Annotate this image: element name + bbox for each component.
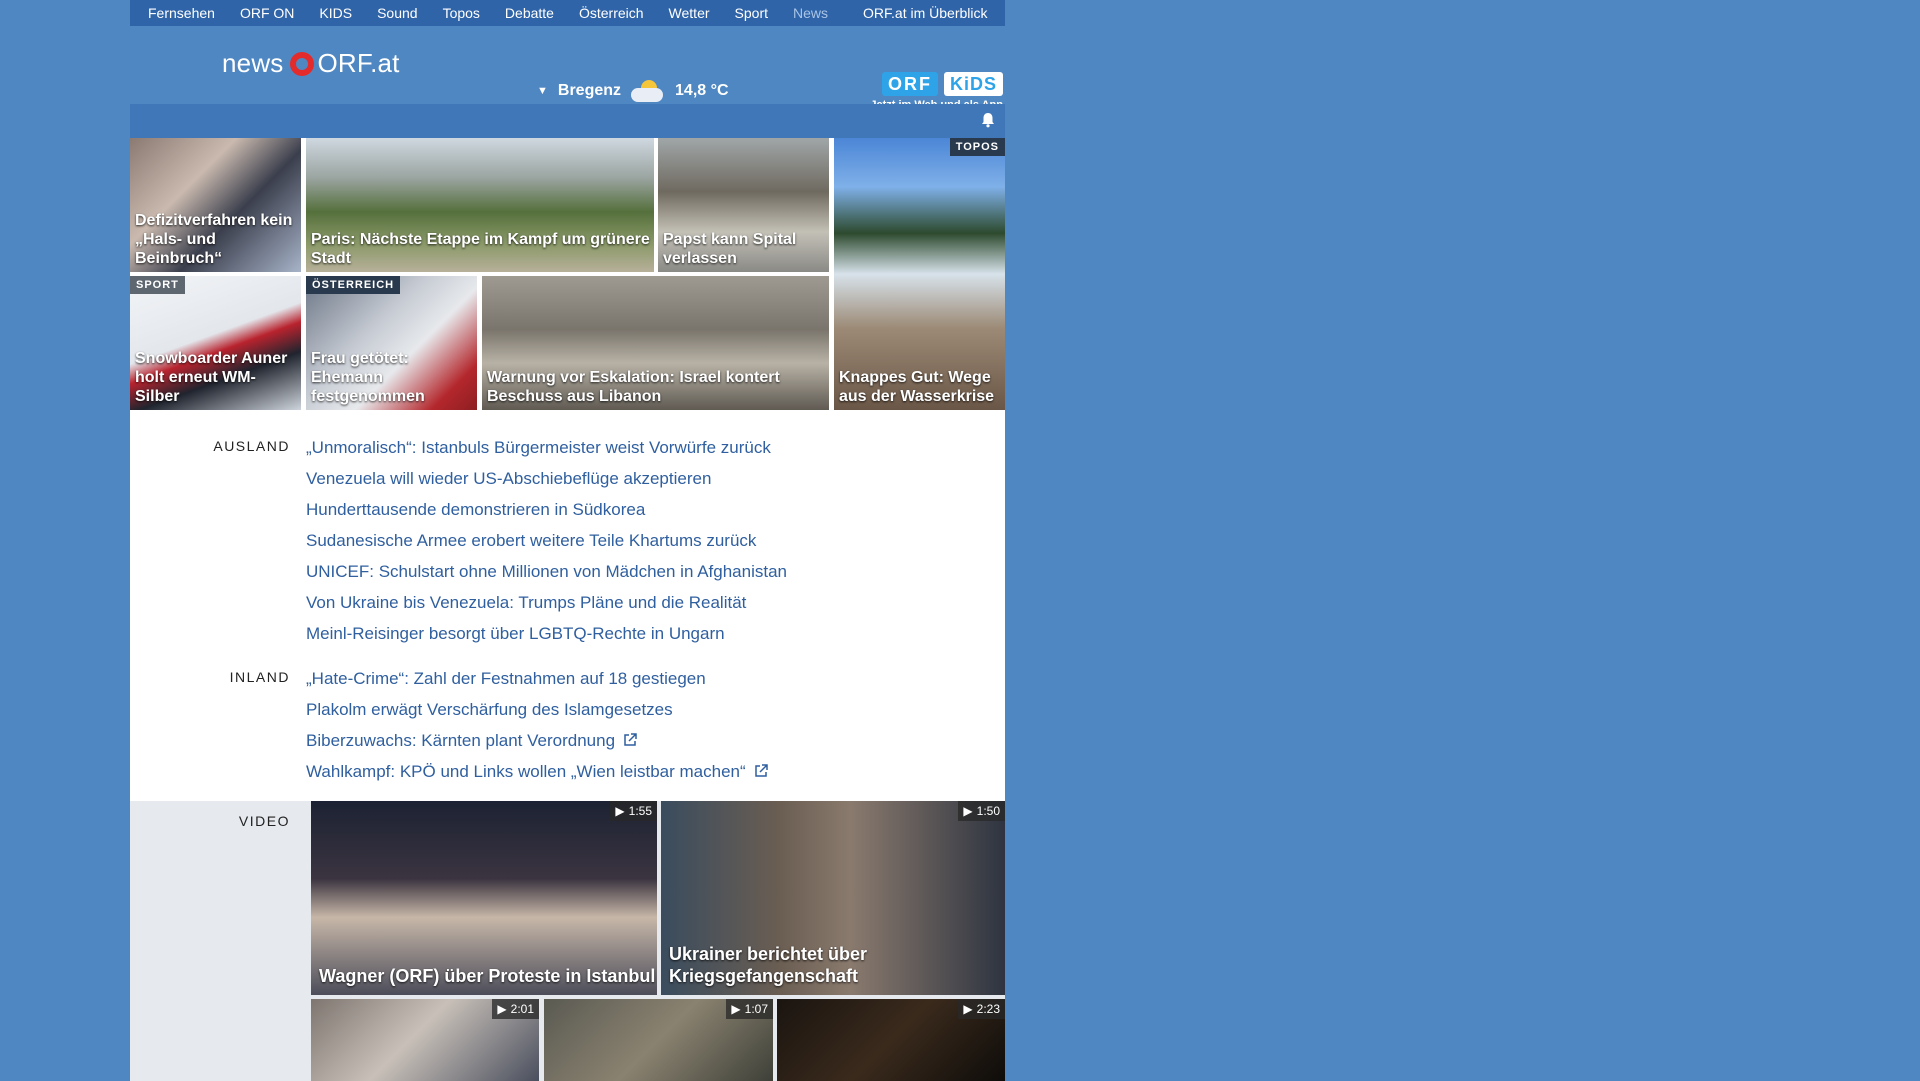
play-icon: ▶ <box>963 804 973 818</box>
list-item: Biberzuwachs: Kärnten plant Verordnung <box>306 725 768 756</box>
orf-badge: ORF <box>881 72 938 96</box>
list-item: Hunderttausende demonstrieren in Südkore… <box>306 494 787 525</box>
headline-list: „Hate-Crime“: Zahl der Festnahmen auf 18… <box>306 663 768 787</box>
nav-item-overview[interactable]: ORF.at im Überblick <box>863 5 987 21</box>
video-duration: ▶ 2:01 <box>492 999 539 1019</box>
teaser-title: Warnung vor Eskalation: Israel kontert B… <box>487 369 780 405</box>
headline-link[interactable]: Plakolm erwägt Verschärfung des Islamges… <box>306 700 673 719</box>
video-duration: ▶ 1:50 <box>958 801 1005 821</box>
top-navigation: Fernsehen ORF ON KIDS Sound Topos Debatt… <box>130 0 1005 26</box>
teaser-grid: Defizitverfahren kein „Hals- und Beinbru… <box>130 138 1005 410</box>
teaser-title: Knappes Gut: Wege aus der Wasserkrise <box>839 369 995 405</box>
teaser-title: Papst kann Spital verlassen <box>663 231 797 267</box>
teaser-tag: TOPOS <box>949 138 1005 156</box>
nav-item-kids[interactable]: KIDS <box>319 5 352 21</box>
list-item: „Unmoralisch“: Istanbuls Bürgermeister w… <box>306 432 787 463</box>
video-duration: ▶ 1:55 <box>610 801 657 821</box>
video-teaser-kriegsgefangenschaft[interactable]: ▶ 1:50 Ukrainer berichtet über Kriegsgefa… <box>661 801 1005 995</box>
video-title: Wagner (ORF) über Proteste in Istanbul <box>319 966 656 986</box>
list-item: Wahlkampf: KPÖ und Links wollen „Wien le… <box>306 756 768 787</box>
play-icon: ▶ <box>615 804 625 818</box>
dropdown-triangle-icon: ▼ <box>537 85 548 97</box>
weather-temperature: 14,8 °C <box>675 82 729 99</box>
teaser-papst[interactable]: Papst kann Spital verlassen <box>658 138 829 272</box>
teaser-title: Frau getötet: Ehemann festgenommen <box>311 350 425 405</box>
video-teaser-5[interactable]: ▶ 2:23 <box>777 999 1005 1081</box>
list-item: „Hate-Crime“: Zahl der Festnahmen auf 18… <box>306 663 768 694</box>
teaser-paris[interactable]: Paris: Nächste Etappe im Kampf um grüner… <box>306 138 654 272</box>
video-grid: ▶ 1:55 Wagner (ORF) über Proteste in Ista… <box>306 801 1005 1081</box>
teaser-title: Defizitverfahren kein „Hals- und Beinbru… <box>135 212 293 267</box>
section-label: VIDEO <box>238 813 290 829</box>
section-inland: INLAND „Hate-Crime“: Zahl der Festnahmen… <box>130 649 1005 801</box>
list-item: Plakolm erwägt Verschärfung des Islamges… <box>306 694 768 725</box>
teaser-snowboard[interactable]: SPORT Snowboarder Auner holt erneut WM-S… <box>130 276 301 410</box>
video-teaser-3[interactable]: ▶ 2:01 <box>311 999 539 1081</box>
list-item: UNICEF: Schulstart ohne Millionen von Mä… <box>306 556 787 587</box>
news-orf-logo[interactable]: news ORF.at <box>222 48 400 79</box>
section-label: AUSLAND <box>213 438 290 454</box>
headline-list: „Unmoralisch“: Istanbuls Bürgermeister w… <box>306 432 787 649</box>
partly-cloudy-icon <box>631 80 665 102</box>
site-header: news ORF.at ▼ Bregenz 14,8 °C ORF KiDS J… <box>130 26 1005 111</box>
list-item: Venezuela will wieder US-Abschiebeflüge … <box>306 463 787 494</box>
weather-widget[interactable]: ▼ Bregenz 14,8 °C <box>537 80 729 102</box>
play-icon: ▶ <box>497 1002 507 1016</box>
nav-item-oesterreich[interactable]: Österreich <box>579 5 644 21</box>
headline-link[interactable]: Hunderttausende demonstrieren in Südkore… <box>306 500 645 519</box>
orf-eye-icon <box>289 51 314 76</box>
logo-news-text: news <box>222 48 284 78</box>
section-ausland: AUSLAND „Unmoralisch“: Istanbuls Bürgerm… <box>130 410 1005 649</box>
headline-link[interactable]: „Hate-Crime“: Zahl der Festnahmen auf 18… <box>306 669 706 688</box>
teaser-defizitverfahren[interactable]: Defizitverfahren kein „Hals- und Beinbru… <box>130 138 301 272</box>
teaser-title: Paris: Nächste Etappe im Kampf um grüner… <box>311 231 650 267</box>
external-link-icon <box>624 733 637 746</box>
nav-item-sport[interactable]: Sport <box>735 5 768 21</box>
teaser-tag: ÖSTERREICH <box>306 276 401 294</box>
headline-link[interactable]: Sudanesische Armee erobert weitere Teile… <box>306 531 756 550</box>
video-teaser-4[interactable]: ▶ 1:07 <box>544 999 773 1081</box>
headline-link[interactable]: „Unmoralisch“: Istanbuls Bürgermeister w… <box>306 438 771 457</box>
play-icon: ▶ <box>731 1002 741 1016</box>
list-item: Sudanesische Armee erobert weitere Teile… <box>306 525 787 556</box>
headline-link[interactable]: Wahlkampf: KPÖ und Links wollen „Wien le… <box>306 762 746 781</box>
nav-item-fernsehen[interactable]: Fernsehen <box>148 5 215 21</box>
teaser-israel-libanon[interactable]: Warnung vor Eskalation: Israel kontert B… <box>482 276 829 410</box>
section-label: INLAND <box>229 669 290 685</box>
headline-link[interactable]: Biberzuwachs: Kärnten plant Verordnung <box>306 731 615 750</box>
nav-item-sound[interactable]: Sound <box>377 5 417 21</box>
headline-link[interactable]: UNICEF: Schulstart ohne Millionen von Mä… <box>306 562 787 581</box>
teaser-frau-getoetet[interactable]: ÖSTERREICH Frau getötet: Ehemann festgen… <box>306 276 477 410</box>
play-icon: ▶ <box>963 1002 973 1016</box>
teaser-wasserkrise[interactable]: TOPOS Knappes Gut: Wege aus der Wasserkr… <box>834 138 1005 410</box>
logo-site-text: ORF.at <box>317 48 400 78</box>
teaser-tag: SPORT <box>130 276 185 294</box>
headline-link[interactable]: Von Ukraine bis Venezuela: Trumps Pläne … <box>306 593 746 612</box>
headline-link[interactable]: Meinl-Reisinger besorgt über LGBTQ-Recht… <box>306 624 725 643</box>
list-item: Von Ukraine bis Venezuela: Trumps Pläne … <box>306 587 787 618</box>
external-link-icon <box>754 764 768 777</box>
nav-item-orf-on[interactable]: ORF ON <box>240 5 294 21</box>
toolbar-strip <box>130 104 1005 138</box>
section-video: VIDEO ▶ 1:55 Wagner (ORF) über Proteste i… <box>130 801 1005 1081</box>
notification-bell-icon[interactable] <box>981 112 995 128</box>
nav-item-debatte[interactable]: Debatte <box>505 5 554 21</box>
kids-badge: KiDS <box>943 72 1003 96</box>
page-wrapper: Fernsehen ORF ON KIDS Sound Topos Debatt… <box>130 0 1005 1081</box>
teaser-title: Snowboarder Auner holt erneut WM-Silber <box>135 350 288 405</box>
video-duration: ▶ 2:23 <box>958 999 1005 1019</box>
video-teaser-istanbul[interactable]: ▶ 1:55 Wagner (ORF) über Proteste in Ista… <box>311 801 657 995</box>
headline-link[interactable]: Venezuela will wieder US-Abschiebeflüge … <box>306 469 711 488</box>
list-item: Meinl-Reisinger besorgt über LGBTQ-Recht… <box>306 618 787 649</box>
nav-item-topos[interactable]: Topos <box>443 5 480 21</box>
nav-item-news[interactable]: News <box>793 5 828 21</box>
weather-city: Bregenz <box>557 82 622 99</box>
video-duration: ▶ 1:07 <box>726 999 773 1019</box>
video-title: Ukrainer berichtet über Kriegsgefangensc… <box>669 944 868 986</box>
nav-item-wetter[interactable]: Wetter <box>669 5 710 21</box>
